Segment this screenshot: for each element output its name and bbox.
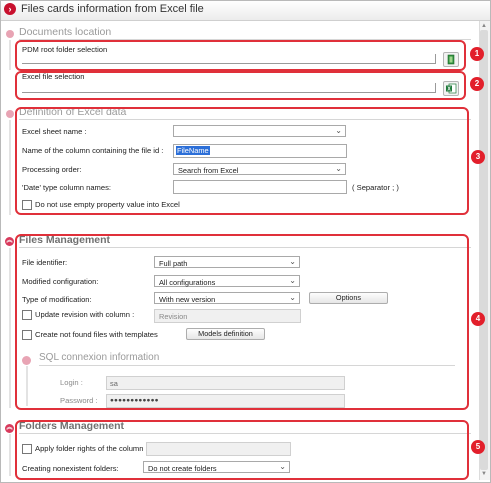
apply-folder-rights-label: Apply folder rights of the column : — [35, 444, 148, 453]
chevron-down-icon: ⌄ — [289, 293, 296, 302]
processing-order-value: Search from Excel — [178, 165, 239, 175]
login-value: sa — [110, 378, 118, 388]
section-guide-line — [9, 40, 11, 70]
password-value: ●●●●●●●●●●●● — [110, 396, 159, 404]
chevron-right-icon: › — [4, 3, 16, 15]
modification-type-value: With new version — [159, 294, 216, 304]
badge-5: 5 — [471, 440, 485, 454]
chevron-down-icon: ⌄ — [279, 462, 286, 471]
modified-config-combo[interactable]: All configurations ⌄ — [154, 275, 300, 287]
apply-folder-rights-input[interactable] — [146, 442, 291, 456]
modified-config-value: All configurations — [159, 277, 216, 287]
password-input[interactable]: ●●●●●●●●●●●● — [106, 394, 345, 408]
options-button[interactable]: Options — [309, 292, 388, 304]
section-guide-line — [9, 120, 11, 215]
sql-connexion-header: SQL connexion information — [39, 352, 160, 363]
pdm-root-folder-field[interactable] — [22, 63, 436, 64]
create-folders-combo[interactable]: Do not create folders ⌄ — [143, 461, 290, 473]
pdm-root-folder-label: PDM root folder selection — [22, 45, 108, 54]
excel-file-icon: X — [446, 83, 457, 94]
highlight-box-3 — [15, 107, 469, 215]
password-label: Password : — [60, 396, 98, 405]
chevron-down-icon: ⌄ — [335, 126, 342, 135]
section-guide-line — [9, 434, 11, 476]
badge-1: 1 — [470, 47, 484, 61]
badge-3: 3 — [471, 150, 485, 164]
login-input[interactable]: sa — [106, 376, 345, 390]
badge-4: 4 — [471, 312, 485, 326]
scroll-up-arrow-icon[interactable]: ▲ — [481, 23, 487, 29]
empty-property-label: Do not use empty property value into Exc… — [35, 200, 180, 209]
separator-hint: ( Separator ; ) — [352, 183, 399, 192]
column-file-id-value: FileName — [176, 146, 210, 155]
badge-2: 2 — [470, 77, 484, 91]
processing-order-combo[interactable]: Search from Excel ⌄ — [173, 163, 346, 175]
modification-type-combo[interactable]: With new version ⌄ — [154, 292, 300, 304]
chevron-down-icon: ⌄ — [289, 276, 296, 285]
excel-file-label: Excel file selection — [22, 72, 85, 81]
section-dot-icon — [6, 30, 14, 38]
processing-order-label: Processing order: — [22, 165, 82, 174]
create-folders-value: Do not create folders — [148, 463, 217, 473]
sql-guide-line — [26, 366, 28, 406]
excel-field-edge — [435, 83, 436, 93]
update-revision-input[interactable]: Revision — [154, 309, 301, 323]
excel-sheet-combo[interactable]: ⌄ — [173, 125, 346, 137]
empty-property-checkbox[interactable] — [22, 200, 32, 210]
file-identifier-label: File identifier: — [22, 258, 68, 267]
login-label: Login : — [60, 378, 83, 387]
chevron-down-icon: ⌄ — [289, 257, 296, 266]
date-columns-input[interactable] — [173, 180, 347, 194]
section-guide-line — [9, 248, 11, 408]
create-files-checkbox[interactable] — [22, 330, 32, 340]
models-definition-button[interactable]: Models definition — [186, 328, 265, 340]
excel-file-field[interactable] — [22, 92, 436, 93]
double-chevron-up-icon[interactable]: ︽ — [5, 424, 14, 433]
file-identifier-value: Full path — [159, 258, 188, 268]
double-chevron-up-icon[interactable]: ︽ — [5, 237, 14, 246]
documents-location-header: Documents location — [19, 26, 112, 38]
column-file-id-input[interactable]: FileName — [173, 144, 347, 158]
modified-config-label: Modified configuration: — [22, 277, 99, 286]
apply-folder-rights-checkbox[interactable] — [22, 444, 32, 454]
green-folder-icon — [447, 54, 455, 65]
pdm-field-edge — [435, 54, 436, 64]
section-dot-icon — [6, 110, 14, 118]
file-identifier-combo[interactable]: Full path ⌄ — [154, 256, 300, 268]
column-file-id-label: Name of the column containing the file i… — [22, 146, 164, 155]
update-revision-value: Revision — [159, 311, 188, 321]
scroll-down-arrow-icon[interactable]: ▼ — [481, 471, 487, 477]
chevron-down-icon: ⌄ — [335, 164, 342, 173]
sql-section-dot-icon — [22, 356, 31, 365]
section-divider — [39, 365, 455, 366]
window-title: Files cards information from Excel file — [21, 3, 204, 15]
create-files-label: Create not found files with templates — [35, 330, 158, 339]
update-revision-label: Update revision with column : — [35, 310, 135, 319]
scrollbar-thumb[interactable] — [480, 30, 488, 470]
excel-sheet-label: Excel sheet name : — [22, 127, 87, 136]
modification-type-label: Type of modification: — [22, 295, 92, 304]
create-folders-label: Creating nonexistent folders: — [22, 464, 119, 473]
date-columns-label: 'Date' type column names: — [22, 183, 112, 192]
update-revision-checkbox[interactable] — [22, 310, 32, 320]
excel-browse-button[interactable]: X — [443, 81, 459, 96]
folder-browse-button[interactable] — [443, 52, 459, 67]
